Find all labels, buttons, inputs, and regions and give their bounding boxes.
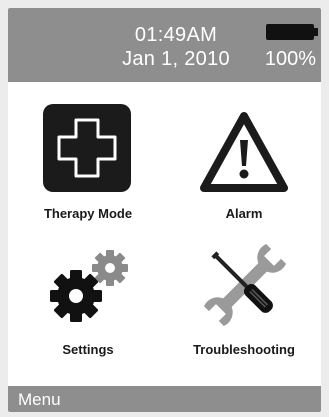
warning-triangle-icon	[200, 112, 288, 192]
therapy-mode-label: Therapy Mode	[43, 206, 133, 221]
troubleshooting-label: Troubleshooting	[193, 342, 295, 357]
menu-label: Menu	[18, 390, 61, 409]
clock-date: Jan 1, 2010	[122, 48, 230, 70]
menu-bar[interactable]: Menu	[8, 386, 321, 412]
therapy-mode-button[interactable]: Therapy Mode	[12, 104, 164, 234]
troubleshooting-button[interactable]: Troubleshooting	[168, 240, 320, 360]
medical-cross-icon	[43, 104, 131, 192]
battery-percent: 100%	[264, 48, 316, 70]
alarm-label: Alarm	[225, 206, 263, 221]
settings-label: Settings	[62, 342, 114, 357]
device-frame: 01:49AM Jan 1, 2010 100% Therapy Mode Al…	[0, 0, 329, 417]
status-bar: 01:49AM Jan 1, 2010 100%	[8, 8, 321, 82]
alarm-button[interactable]: Alarm	[168, 104, 320, 234]
clock-time: 01:49AM	[134, 24, 218, 46]
device-screen: 01:49AM Jan 1, 2010 100% Therapy Mode Al…	[8, 8, 321, 412]
tools-icon	[203, 243, 287, 327]
settings-button[interactable]: Settings	[12, 240, 164, 360]
gears-icon	[50, 250, 128, 322]
battery-icon	[266, 24, 318, 40]
